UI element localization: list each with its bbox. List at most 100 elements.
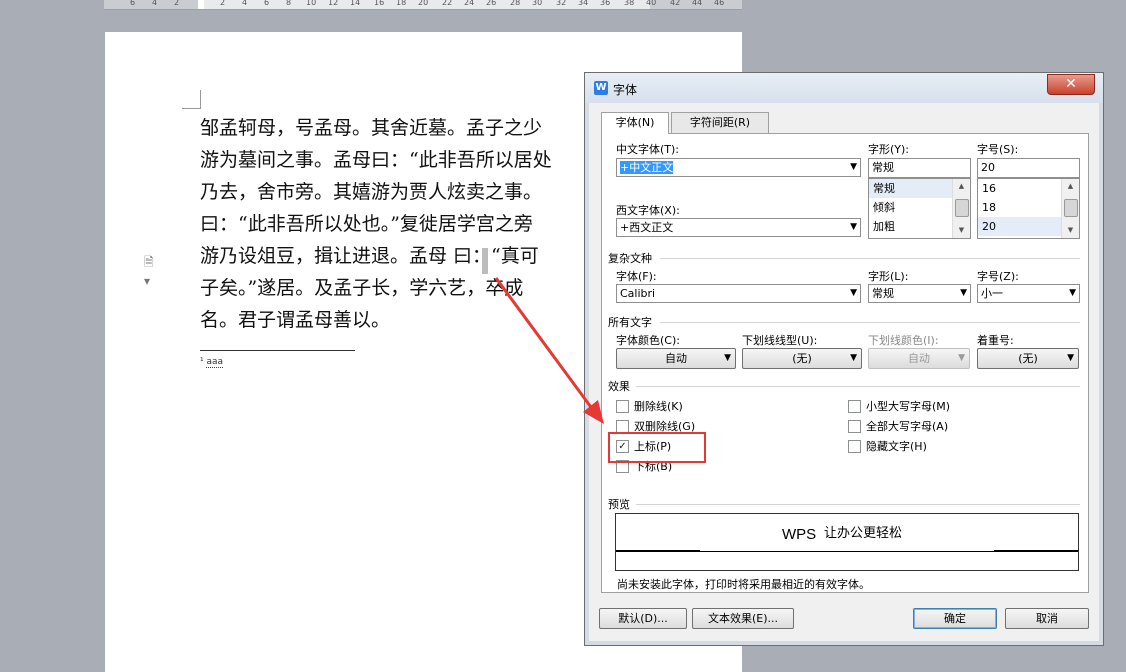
horizontal-ruler[interactable]: 6 4 2 2 4 6 8 10 12 14 16 18 20 22 24 26… xyxy=(104,0,742,10)
chevron-down-icon: ▼ xyxy=(850,288,857,298)
western-font-select[interactable]: +西文正文 ▼ xyxy=(616,218,861,237)
size-value: 20 xyxy=(981,161,995,174)
size-scrollbar[interactable]: ▲ ▼ xyxy=(1061,179,1079,238)
strikethrough-label[interactable]: 删除线(K) xyxy=(634,398,683,414)
scroll-up-icon[interactable]: ▲ xyxy=(953,179,970,194)
ruler-tick: 28 xyxy=(510,0,521,7)
footnote-text: aaa xyxy=(206,357,224,368)
complex-size-value: 小一 xyxy=(981,287,1003,300)
ruler-tick: 34 xyxy=(578,0,589,7)
emphasis-button[interactable]: (无) ▼ xyxy=(977,348,1079,369)
size-input[interactable]: 20 xyxy=(977,158,1080,178)
default-button[interactable]: 默认(D)... xyxy=(599,608,687,629)
hidden-text-label[interactable]: 隐藏文字(H) xyxy=(866,438,927,454)
ruler-tick: 8 xyxy=(286,0,292,7)
preview-section-title: 预览 xyxy=(608,498,630,511)
complex-font-label: 字体(F): xyxy=(616,270,657,283)
text-effect-button[interactable]: 文本效果(E)... xyxy=(692,608,794,629)
all-caps-checkbox[interactable] xyxy=(848,420,861,433)
scroll-up-icon[interactable]: ▲ xyxy=(1062,179,1079,194)
scroll-thumb[interactable] xyxy=(1064,199,1078,217)
style-label: 字形(Y): xyxy=(868,143,910,156)
effects-section-title: 效果 xyxy=(608,380,630,393)
ruler-tick: 2 xyxy=(220,0,226,7)
dialog-title: 字体 xyxy=(613,83,638,97)
underline-style-button[interactable]: (无) ▼ xyxy=(742,348,862,369)
scroll-thumb[interactable] xyxy=(955,199,969,217)
all-caps-label[interactable]: 全部大写字母(A) xyxy=(866,418,948,434)
ruler-tick: 22 xyxy=(442,0,453,7)
font-dialog[interactable]: W 字体 ✕ 字体(N) 字符间距(R) 中文字体(T): +中文正文 ▼ 西文字… xyxy=(584,72,1104,646)
ruler-tick: 4 xyxy=(242,0,248,7)
font-color-value: 自动 xyxy=(665,352,687,365)
ruler-tick: 6 xyxy=(130,0,136,7)
complex-font-select[interactable]: Calibri ▼ xyxy=(616,284,861,303)
underline-color-button: 自动 ▼ xyxy=(868,348,970,369)
chevron-down-icon: ▼ xyxy=(958,353,965,363)
font-color-button[interactable]: 自动 ▼ xyxy=(616,348,736,369)
style-value: 常规 xyxy=(872,161,894,174)
style-scrollbar[interactable]: ▲ ▼ xyxy=(952,179,970,238)
tab-font[interactable]: 字体(N) xyxy=(601,112,669,134)
chevron-down-icon: ▼ xyxy=(850,353,857,363)
doc-line: 游乃设俎豆，揖让进退。孟母 曰：“真可 xyxy=(200,245,539,267)
scroll-down-icon[interactable]: ▼ xyxy=(953,223,970,238)
ruler-tick: 46 xyxy=(714,0,725,7)
ruler-tick: 6 xyxy=(264,0,270,7)
ok-button[interactable]: 确定 xyxy=(913,608,997,629)
chevron-down-icon: ▼ xyxy=(850,162,857,172)
western-font-value: +西文正文 xyxy=(620,221,674,234)
ruler-tick: 16 xyxy=(374,0,385,7)
preview-box: WPS 让办公更轻松 xyxy=(615,513,1079,571)
chevron-down-icon: ▼ xyxy=(850,222,857,232)
cancel-button[interactable]: 取消 xyxy=(1005,608,1089,629)
chinese-font-select[interactable]: +中文正文 ▼ xyxy=(616,158,861,177)
chinese-font-value: +中文正文 xyxy=(620,161,674,174)
selection-caret xyxy=(482,248,488,274)
doc-line: 曰：“此非吾所以处也。”复徙居学宫之旁 xyxy=(200,213,533,235)
small-caps-label[interactable]: 小型大写字母(M) xyxy=(866,398,950,414)
highlight-box xyxy=(608,432,706,463)
complex-size-select[interactable]: 小一 ▼ xyxy=(977,284,1080,303)
all-text-section-title: 所有文字 xyxy=(608,316,652,329)
ruler-tick: 12 xyxy=(328,0,339,7)
complex-style-label: 字形(L): xyxy=(868,270,909,283)
paragraph-options-icon[interactable]: 🗎▾ xyxy=(144,253,156,288)
tab-character-spacing[interactable]: 字符间距(R) xyxy=(671,112,769,133)
chevron-down-icon: ▼ xyxy=(960,288,967,298)
underline-color-value: 自动 xyxy=(908,352,930,365)
page-corner-mark xyxy=(182,90,201,109)
complex-style-select[interactable]: 常规 ▼ xyxy=(868,284,971,303)
emphasis-label: 着重号: xyxy=(977,334,1014,347)
doc-line: 乃去，舍市旁。其嬉游为贾人炫卖之事。 xyxy=(200,181,543,203)
ruler-tick: 44 xyxy=(692,0,703,7)
wps-logo-icon: W xyxy=(594,81,608,95)
doc-line: 子矣。”遂居。及孟子长，学六艺，卒成 xyxy=(200,277,524,299)
divider xyxy=(636,386,1080,387)
underline-color-label: 下划线颜色(I): xyxy=(868,334,939,347)
chinese-font-label: 中文字体(T): xyxy=(616,143,680,156)
dialog-titlebar[interactable]: W 字体 ✕ xyxy=(585,73,1103,103)
ruler-indent-marker[interactable] xyxy=(198,0,204,9)
complex-style-value: 常规 xyxy=(872,287,894,300)
ruler-tick: 32 xyxy=(556,0,567,7)
style-list[interactable]: 常规 倾斜 加粗 ▲ ▼ xyxy=(868,178,971,239)
scroll-down-icon[interactable]: ▼ xyxy=(1062,223,1079,238)
western-font-label: 西文字体(X): xyxy=(616,204,680,217)
hidden-text-checkbox[interactable] xyxy=(848,440,861,453)
close-button[interactable]: ✕ xyxy=(1047,74,1095,95)
footnote[interactable]: ¹ aaa xyxy=(200,357,224,368)
ruler-tick: 18 xyxy=(396,0,407,7)
complex-font-value: Calibri xyxy=(620,287,656,300)
style-input[interactable]: 常规 xyxy=(868,158,971,178)
size-label: 字号(S): xyxy=(977,143,1019,156)
ruler-tick: 14 xyxy=(350,0,361,7)
small-caps-checkbox[interactable] xyxy=(848,400,861,413)
preview-text-wps: WPS xyxy=(782,526,817,543)
ruler-tick: 26 xyxy=(486,0,497,7)
strikethrough-checkbox[interactable] xyxy=(616,400,629,413)
size-list[interactable]: 16 18 20 ▲ ▼ xyxy=(977,178,1080,239)
divider xyxy=(660,322,1080,323)
document-body[interactable]: 邹孟轲母，号孟母。其舍近墓。孟子之少 游为墓间之事。孟母曰：“此非吾所以居处 乃… xyxy=(200,112,620,336)
complex-size-label: 字号(Z): xyxy=(977,270,1019,283)
